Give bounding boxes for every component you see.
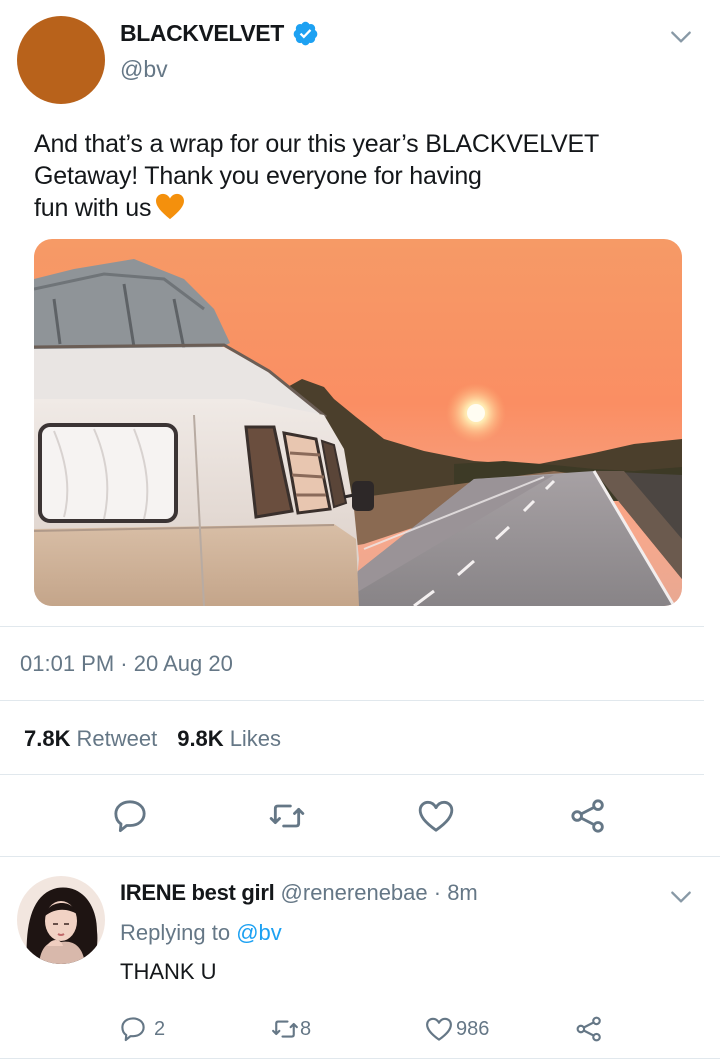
reply-retweet-button[interactable]: 8 xyxy=(270,1014,311,1044)
display-name[interactable]: BLACKVELVET xyxy=(120,20,284,47)
tweet-text-line: And that’s a wrap for our this year’s BL… xyxy=(34,130,600,158)
tweet-photo[interactable] xyxy=(34,239,682,606)
handle[interactable]: @bv xyxy=(120,56,168,83)
tweet-text-line: fun with us xyxy=(34,194,152,222)
reply-share-button[interactable] xyxy=(574,1014,604,1044)
verified-badge-icon xyxy=(293,21,318,46)
chevron-down-icon[interactable] xyxy=(668,884,694,910)
replying-prefix: Replying to xyxy=(120,920,237,945)
reply-icon xyxy=(121,1017,145,1042)
like-label[interactable]: Likes xyxy=(230,726,281,752)
replying-to: Replying to @bv xyxy=(120,920,282,946)
reply-handle-time[interactable]: @renerenebae · 8m xyxy=(274,880,478,905)
display-name-row[interactable]: BLACKVELVET xyxy=(120,20,319,47)
retweet-count[interactable]: 7.8K xyxy=(24,726,70,752)
reply-reply-button[interactable]: 2 xyxy=(118,1014,165,1044)
divider xyxy=(0,856,720,857)
tweet-stats: 7.8K Retweet 9.8K Likes xyxy=(24,726,281,752)
like-icon[interactable] xyxy=(416,796,456,836)
like-icon xyxy=(426,1017,452,1041)
reply-header: IRENE best girl @renerenebae · 8m xyxy=(120,880,478,906)
reply-like-button[interactable]: 986 xyxy=(424,1014,489,1044)
avatar[interactable] xyxy=(17,16,105,104)
reply-like-count: 986 xyxy=(456,1017,490,1040)
reply-retweet-count: 8 xyxy=(300,1017,312,1040)
tweet-text: And that’s a wrap for our this year’s BL… xyxy=(34,128,674,224)
divider xyxy=(0,1058,720,1059)
retweet-label[interactable]: Retweet xyxy=(76,726,157,752)
reply-mention-link[interactable]: @bv xyxy=(236,920,282,945)
divider xyxy=(0,774,704,775)
divider xyxy=(0,700,704,701)
reply-avatar[interactable] xyxy=(17,876,105,964)
retweet-icon[interactable] xyxy=(267,796,307,836)
reply-text: THANK U xyxy=(120,959,217,984)
share-icon[interactable] xyxy=(568,796,608,836)
chevron-down-icon[interactable] xyxy=(668,24,694,50)
reply-display-name[interactable]: IRENE best girl xyxy=(120,880,275,905)
reply-count: 2 xyxy=(154,1017,166,1040)
like-count[interactable]: 9.8K xyxy=(177,726,223,752)
orange-heart-icon xyxy=(156,193,185,220)
tweet-timestamp[interactable]: 01:01 PM · 20 Aug 20 xyxy=(20,651,233,677)
share-icon xyxy=(576,1016,601,1042)
divider xyxy=(0,626,704,627)
reply-icon[interactable] xyxy=(110,796,150,836)
sunset-road-image xyxy=(34,239,682,606)
avatar-photo xyxy=(17,876,105,964)
tweet-text-line: Getaway! Thank you everyone for having xyxy=(34,162,482,190)
retweet-icon xyxy=(272,1020,298,1038)
